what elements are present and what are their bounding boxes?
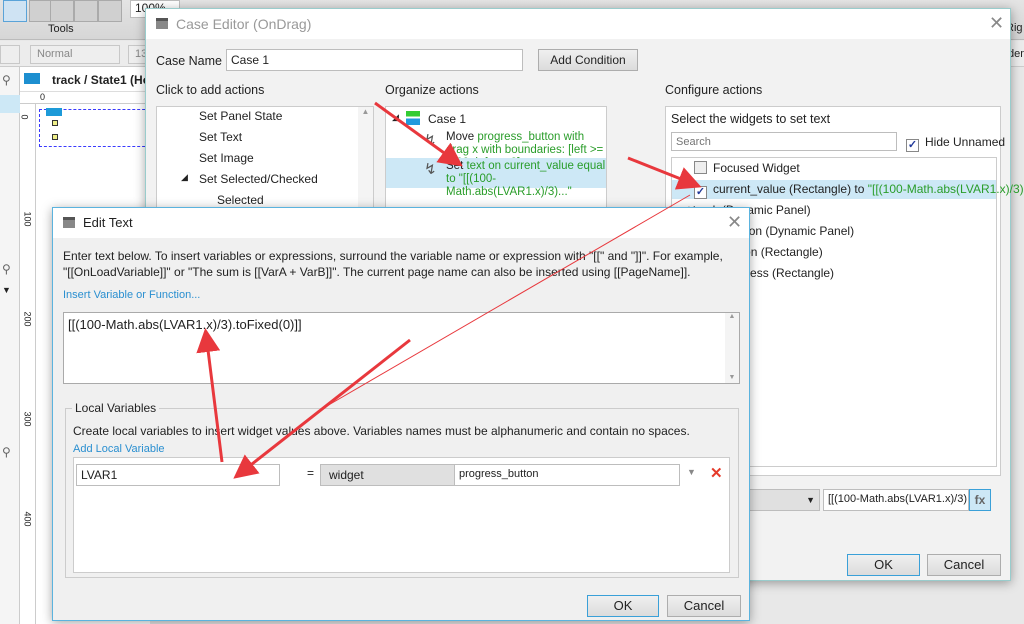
arrow-2: [627, 156, 702, 190]
arrow-4: [196, 328, 224, 463]
arrow-3: [233, 338, 411, 479]
arrow-3-thin: [319, 194, 691, 411]
arrow-1: [374, 101, 463, 167]
annotation-arrows: [196, 101, 702, 479]
